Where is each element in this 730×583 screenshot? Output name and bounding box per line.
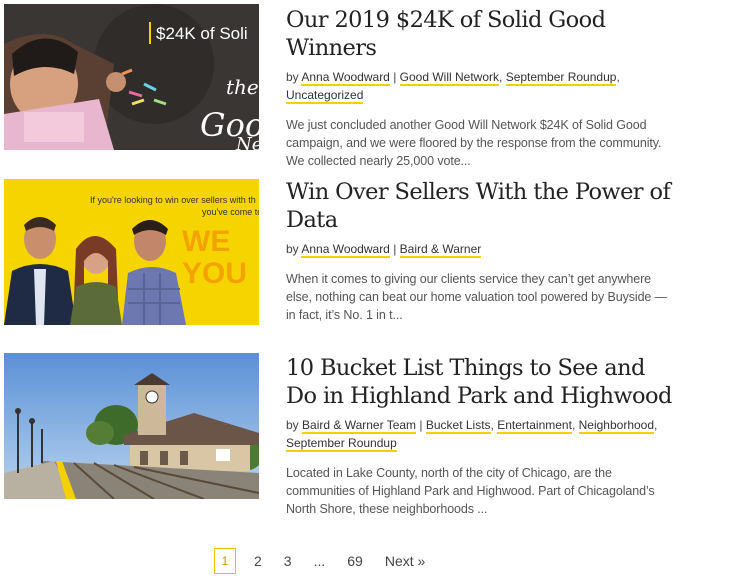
train-station-image — [4, 353, 259, 499]
category-link[interactable]: September Roundup — [505, 70, 617, 86]
post-title[interactable]: 10 Bucket List Things to See and Do in H… — [286, 354, 676, 410]
category-link[interactable]: Good Will Network — [399, 70, 500, 86]
page-link[interactable]: 2 — [254, 553, 262, 569]
post-meta: by Baird & Warner Team | Bucket Lists, E… — [286, 418, 658, 452]
post-thumbnail[interactable]: If you're looking to win over sellers wi… — [4, 179, 259, 325]
three-people-yellow-banner-image: If you're looking to win over sellers wi… — [4, 179, 259, 325]
category-link[interactable]: Uncategorized — [286, 88, 364, 104]
svg-text:WE: WE — [182, 225, 230, 258]
category-link[interactable]: Bucket Lists — [425, 418, 491, 434]
post-content: Our 2019 $24K of Solid Good Winners by A… — [286, 4, 676, 170]
svg-text:Ne: Ne — [235, 134, 259, 150]
next-page-button[interactable]: Next » — [385, 553, 425, 569]
thumbnail-overlay-text: If you're looking to win over sellers wi… — [90, 195, 256, 205]
svg-text:YOU: YOU — [182, 257, 247, 290]
post-thumbnail[interactable]: $24K of Soli the Goo Ne — [4, 4, 259, 150]
post-thumbnail[interactable] — [4, 353, 259, 499]
page-link-last[interactable]: 69 — [347, 553, 363, 569]
page-ellipsis: ... — [313, 553, 326, 569]
author-link[interactable]: Baird & Warner Team — [302, 418, 417, 434]
author-link[interactable]: Anna Woodward — [301, 70, 390, 86]
post-content: 10 Bucket List Things to See and Do in H… — [286, 353, 676, 518]
post-title[interactable]: Our 2019 $24K of Solid Good Winners — [286, 6, 676, 62]
thumbnail-overlay-text-2: you've come to — [202, 207, 259, 217]
post-meta: by Anna Woodward | Good Will Network, Se… — [286, 70, 620, 104]
post-content: Win Over Sellers With the Power of Data … — [286, 179, 676, 324]
by-label: by — [286, 242, 302, 256]
category-link[interactable]: Entertainment — [497, 418, 572, 434]
pagination: 1 2 3 ... 69 Next » — [214, 548, 425, 574]
category-link[interactable]: September Roundup — [286, 436, 397, 452]
post-meta: by Anna Woodward | Baird & Warner — [286, 242, 482, 258]
post-excerpt: Located in Lake County, north of the cit… — [286, 466, 655, 516]
girl-drawing-chalk-image: $24K of Soli the Goo Ne — [4, 4, 259, 150]
page-link[interactable]: 3 — [284, 553, 292, 569]
category-link[interactable]: Baird & Warner — [399, 242, 482, 258]
by-label: by — [286, 418, 303, 432]
post-excerpt: When it comes to giving our clients serv… — [286, 272, 668, 322]
category-link[interactable]: Neighborhood — [578, 418, 655, 434]
svg-text:the: the — [226, 75, 259, 99]
post-excerpt: We just concluded another Good Will Netw… — [286, 118, 662, 168]
thumbnail-overlay-text: $24K of Soli — [156, 24, 248, 43]
post-title[interactable]: Win Over Sellers With the Power of Data — [286, 178, 676, 234]
page-current[interactable]: 1 — [214, 548, 236, 574]
author-link[interactable]: Anna Woodward — [301, 242, 390, 258]
by-label: by — [286, 70, 302, 84]
